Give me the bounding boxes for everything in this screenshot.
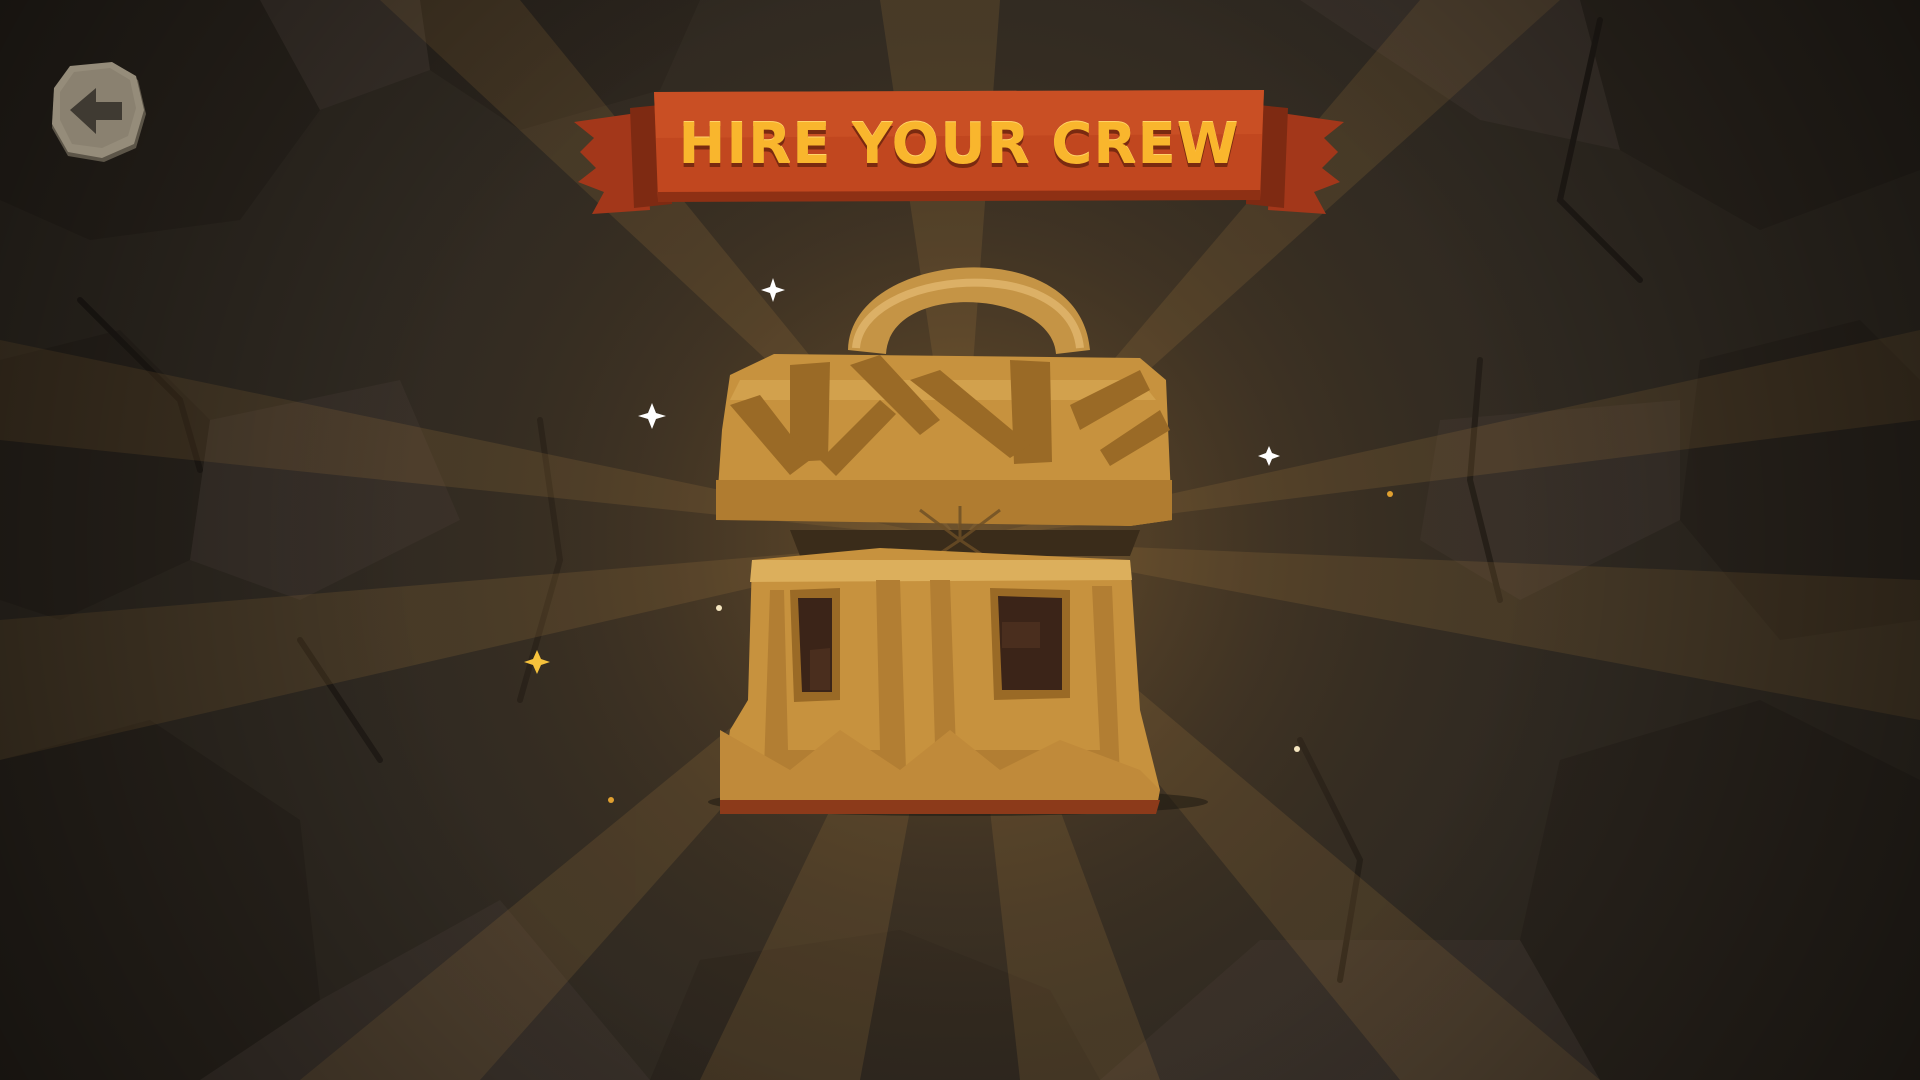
page-title: HIRE YOUR CREW: [678, 112, 1240, 177]
back-arrow-icon: [52, 62, 146, 162]
treasure-chest-icon: [708, 267, 1208, 816]
back-button[interactable]: [50, 62, 148, 164]
sparkle-dot: [1387, 491, 1393, 497]
title-banner: HIRE YOUR CREW: [574, 82, 1344, 222]
sparkle-dot: [608, 797, 614, 803]
chest-lid: [716, 354, 1172, 526]
sparkle-dot: [1294, 746, 1300, 752]
treasure-chest[interactable]: [700, 230, 1220, 830]
chest-body: [720, 548, 1160, 814]
hire-crew-screen: HIRE YOUR CREW: [0, 0, 1920, 1080]
